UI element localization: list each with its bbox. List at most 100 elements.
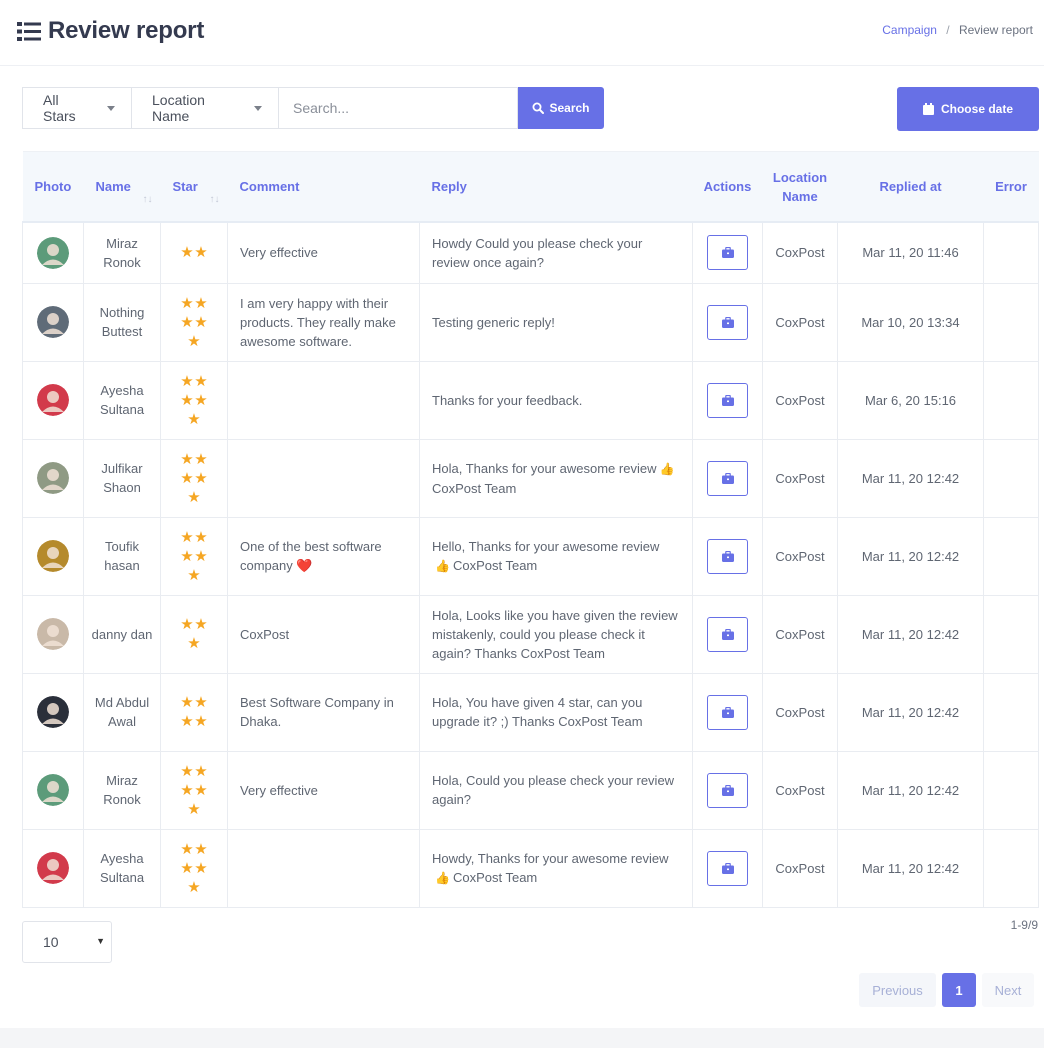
- reply-cell: Hola, Looks like you have given the revi…: [419, 595, 693, 674]
- replied-at-cell: Mar 6, 20 15:16: [837, 361, 984, 440]
- replied-at-cell: Mar 10, 20 13:34: [837, 283, 984, 362]
- star-icon: ★: [180, 528, 194, 546]
- comment-cell: [227, 829, 420, 908]
- reply-cell: Thanks for your feedback.: [419, 361, 693, 440]
- photo-cell: [22, 361, 84, 440]
- search-icon: [532, 102, 545, 114]
- list-icon: [17, 21, 41, 41]
- sort-icon[interactable]: ↑↓: [210, 194, 220, 205]
- reply-cell: Hola, You have given 4 star, can you upg…: [419, 673, 693, 752]
- briefcase-icon: [721, 706, 734, 718]
- column-header-error: Error: [983, 151, 1039, 223]
- choose-date-button[interactable]: Choose date: [897, 87, 1039, 131]
- actions-cell: [692, 222, 763, 284]
- table-row: Ayesha Sultana ★ ★ ★ ★ ★ Thanks for your feedb…: [22, 361, 1039, 440]
- page-header: Review report Campaign / Review report: [0, 0, 1044, 66]
- reply-cell: Testing generic reply!: [419, 283, 693, 362]
- reply-action-button[interactable]: [707, 382, 748, 418]
- star-rating: ★ ★: [176, 243, 212, 262]
- star-cell: ★ ★: [160, 222, 228, 284]
- reply-action-button[interactable]: [707, 772, 748, 808]
- star-icon: ★: [194, 762, 208, 780]
- comment-cell: CoxPost: [227, 595, 420, 674]
- error-cell: [983, 595, 1039, 674]
- reply-action-button[interactable]: [707, 538, 748, 574]
- table-row: Miraz Ronok ★ ★ ★ ★ ★ Very effective Hola, Coul…: [22, 751, 1039, 830]
- column-header-location: Location Name: [762, 151, 838, 223]
- star-cell: ★ ★ ★ ★: [160, 673, 228, 752]
- reply-text: Howdy, Thanks for your awesome review: [432, 850, 669, 866]
- replied-at-cell: Mar 11, 20 12:42: [837, 673, 984, 752]
- star-rating: ★ ★ ★: [176, 615, 212, 653]
- star-icon: ★: [194, 840, 208, 858]
- page-size-select[interactable]: 10 ▼: [22, 921, 112, 963]
- search-input[interactable]: [279, 87, 518, 129]
- reply-cell: Hola, Could you please check your review…: [419, 751, 693, 830]
- star-icon: ★: [180, 450, 194, 468]
- name-cell: Ayesha Sultana: [83, 829, 161, 908]
- footer-bar: [0, 1028, 1044, 1048]
- reply-action-button[interactable]: [707, 235, 748, 271]
- column-header-name[interactable]: Name ↑↓: [83, 151, 161, 223]
- page-1-button[interactable]: 1: [942, 973, 976, 1007]
- search-button[interactable]: Search: [518, 87, 604, 129]
- location-filter-label: Location Name: [152, 92, 205, 124]
- star-rating: ★ ★ ★ ★ ★: [176, 528, 212, 585]
- location-filter-dropdown[interactable]: Location Name: [132, 87, 279, 129]
- avatar: [37, 618, 69, 650]
- error-cell: [983, 517, 1039, 596]
- photo-cell: [22, 439, 84, 518]
- sort-icon[interactable]: ↑↓: [143, 194, 153, 205]
- name-cell: Nothing Buttest: [83, 283, 161, 362]
- name-cell: danny dan: [83, 595, 161, 674]
- column-header-replied-at: Replied at: [837, 151, 984, 223]
- star-icon: ★: [194, 450, 208, 468]
- reply-action-button[interactable]: [707, 616, 748, 652]
- comment-cell: Very effective: [227, 751, 420, 830]
- avatar: [37, 774, 69, 806]
- choose-date-label: Choose date: [940, 102, 1013, 116]
- reply-signature: CoxPost Team: [452, 869, 538, 885]
- stars-filter-dropdown[interactable]: All Stars: [22, 87, 132, 129]
- star-cell: ★ ★ ★ ★ ★: [160, 517, 228, 596]
- star-cell: ★ ★ ★: [160, 595, 228, 674]
- name-cell: Miraz Ronok: [83, 751, 161, 830]
- star-icon: ★: [180, 547, 194, 565]
- reply-signature: CoxPost Team: [432, 480, 517, 496]
- chevron-down-icon: [107, 105, 115, 111]
- error-cell: [983, 361, 1039, 440]
- reply-cell: Howdy Could you please check your review…: [419, 222, 693, 284]
- star-icon: ★: [194, 391, 208, 409]
- star-icon: ★: [194, 781, 208, 799]
- star-icon: ★: [194, 859, 208, 877]
- name-cell: Toufik hasan: [83, 517, 161, 596]
- table-body: Miraz Ronok ★ ★ Very effective Howdy Could y…: [22, 222, 1039, 908]
- star-icon: ★: [180, 713, 194, 730]
- photo-cell: [22, 595, 84, 674]
- reply-cell: Hola, Thanks for your awesome review 👍 Cox…: [419, 439, 693, 518]
- column-header-reply: Reply: [419, 151, 693, 223]
- photo-cell: [22, 222, 84, 284]
- previous-page-button[interactable]: Previous: [859, 973, 936, 1007]
- replied-at-cell: Mar 11, 20 12:42: [837, 829, 984, 908]
- reply-action-button[interactable]: [707, 460, 748, 496]
- reply-action-button[interactable]: [707, 694, 748, 730]
- next-page-button[interactable]: Next: [982, 973, 1034, 1007]
- location-cell: CoxPost: [762, 829, 838, 908]
- comment-cell: One of the best software company ❤️: [227, 517, 420, 596]
- comment-cell: [227, 361, 420, 440]
- reply-action-button[interactable]: [707, 850, 748, 886]
- avatar: [37, 306, 69, 338]
- star-icon: ★: [194, 313, 208, 331]
- reply-action-button[interactable]: [707, 304, 748, 340]
- star-cell: ★ ★ ★ ★ ★: [160, 361, 228, 440]
- breadcrumb-campaign-link[interactable]: Campaign: [882, 23, 937, 37]
- column-header-star[interactable]: Star ↑↓: [160, 151, 228, 223]
- avatar: [37, 384, 69, 416]
- actions-cell: [692, 361, 763, 440]
- reply-cell: Howdy, Thanks for your awesome review 👍 Co…: [419, 829, 693, 908]
- star-cell: ★ ★ ★ ★ ★: [160, 829, 228, 908]
- briefcase-icon: [721, 784, 734, 796]
- location-cell: CoxPost: [762, 283, 838, 362]
- photo-cell: [22, 751, 84, 830]
